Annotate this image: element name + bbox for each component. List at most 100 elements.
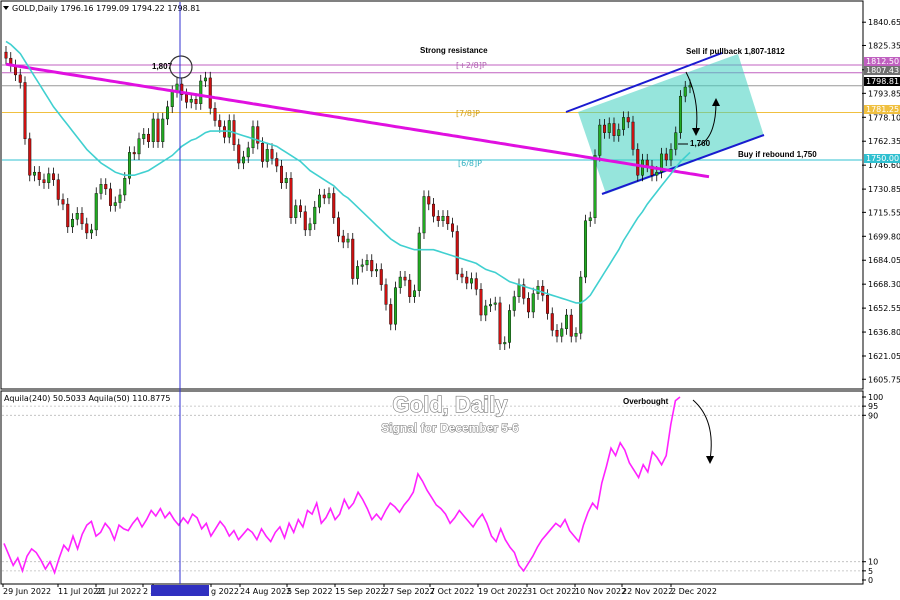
- osc-y-tick-label: 10: [868, 558, 878, 567]
- x-tick-label: 19 Oct 2022: [478, 587, 527, 596]
- candle-body: [545, 295, 550, 314]
- candle-body: [218, 120, 222, 127]
- candle-body: [308, 223, 312, 231]
- candle-body: [526, 298, 531, 313]
- murray-mid-label: [7/8]P: [456, 109, 480, 118]
- candle-body: [327, 193, 331, 199]
- candle-body: [118, 194, 122, 203]
- candle-body: [674, 132, 678, 150]
- candle-body: [469, 278, 474, 284]
- candle-body: [579, 276, 583, 334]
- x-tick-label: 7 Oct 2022: [430, 587, 474, 596]
- candle-body: [427, 196, 431, 205]
- candle-body: [32, 171, 37, 176]
- candle-body: [332, 193, 336, 218]
- candle-body: [374, 269, 379, 272]
- murray-top-label: [+2/8]P: [456, 61, 487, 70]
- candle-body: [465, 276, 469, 284]
- x-tick-label: 5 Sep 2022: [287, 587, 333, 596]
- candle-body: [607, 123, 611, 133]
- candle-body: [80, 212, 84, 225]
- candle-body: [574, 333, 578, 337]
- overlay-title: Gold, Daily: [393, 392, 509, 417]
- candle-body: [678, 95, 683, 133]
- x-tick-label: 29 Jun 2022: [3, 587, 51, 596]
- candle-body: [241, 156, 246, 164]
- price-tags: 1812.50 1807.43 1798.81 1781.25 1750.00: [864, 57, 900, 163]
- candle-body: [617, 129, 621, 136]
- candle-body: [541, 285, 545, 296]
- price-y-tick-label: 1730.85: [868, 185, 900, 194]
- price-y-tick-label: 1778.10: [868, 113, 900, 122]
- candle-body: [137, 138, 141, 155]
- candle-body: [336, 217, 341, 237]
- price-y-tick-label: 1793.85: [868, 89, 900, 98]
- candle-body: [512, 296, 516, 311]
- osc-y-tick-label: 95: [868, 402, 878, 411]
- candle-body: [142, 133, 146, 139]
- osc-y-tick-label: 0: [868, 576, 873, 585]
- candle-body: [560, 328, 564, 337]
- candle-body: [436, 216, 440, 222]
- price-tag-1: 1812.50: [866, 57, 899, 66]
- candle-body: [75, 212, 79, 220]
- x-tick-label: 24 Aug 2022: [240, 587, 291, 596]
- y-axis: 1840.651825.351809.351793.851778.101762.…: [862, 18, 900, 585]
- candle-body: [265, 149, 269, 162]
- candle-body: [626, 117, 630, 123]
- candle-body: [113, 202, 117, 206]
- price-y-tick-label: 1668.30: [868, 280, 900, 289]
- candle-body: [351, 238, 355, 279]
- candle-body: [569, 314, 573, 337]
- candle-body: [66, 203, 70, 228]
- candle-body: [460, 273, 464, 278]
- candle-body: [322, 194, 326, 199]
- candle-body: [612, 123, 616, 136]
- candle-body: [289, 178, 293, 218]
- candle-body: [275, 158, 279, 167]
- candle-body: [146, 133, 151, 142]
- x-tick-label: 10 Nov 2022: [575, 587, 626, 596]
- candle-body: [341, 235, 345, 243]
- price-tag-5: 1750.00: [866, 154, 899, 163]
- candle-body: [156, 118, 160, 142]
- candle-body: [284, 178, 288, 184]
- candle-body: [370, 260, 374, 272]
- candle-body: [161, 118, 165, 142]
- candle-body: [127, 152, 132, 179]
- x-tick-label: 27 Sep 2022: [384, 587, 435, 596]
- candle-body: [408, 279, 412, 297]
- candle-body: [503, 342, 507, 345]
- candle-body: [474, 278, 478, 290]
- x-tick-label: 31 Oct 2022: [527, 587, 576, 596]
- candle-body: [555, 330, 559, 337]
- x-tick-label: 15 Sep 2022: [335, 587, 386, 596]
- candle-body: [379, 269, 383, 285]
- candle-body: [588, 217, 592, 221]
- candle-body: [227, 120, 231, 138]
- candle-body: [317, 194, 322, 208]
- candle-body: [655, 171, 659, 176]
- candle-body: [498, 302, 502, 345]
- overlay-subtitle: Signal for December 5-6: [381, 421, 519, 435]
- candle-body: [251, 126, 255, 149]
- candle-body: [70, 219, 75, 228]
- candle-body: [85, 223, 89, 234]
- candle-body: [94, 193, 98, 231]
- candle-body: [422, 196, 426, 234]
- candle-body: [294, 205, 298, 218]
- candle-body: [450, 223, 455, 232]
- price-tag-3: 1798.81: [866, 77, 899, 86]
- candle-body: [384, 284, 388, 305]
- candle-body: [313, 206, 317, 225]
- level-1760-label: 1,760: [690, 139, 711, 148]
- candle-body: [403, 276, 407, 281]
- candle-body: [42, 179, 46, 183]
- candle-body: [493, 302, 497, 305]
- candle-body: [360, 264, 364, 267]
- murray-low-label: [6/8]P: [458, 159, 482, 168]
- candle-body: [593, 155, 597, 218]
- strong-resistance-label: Strong resistance: [420, 46, 488, 55]
- price-y-tick-label: 1715.55: [868, 208, 900, 217]
- x-tick-label: g 2022: [211, 587, 239, 596]
